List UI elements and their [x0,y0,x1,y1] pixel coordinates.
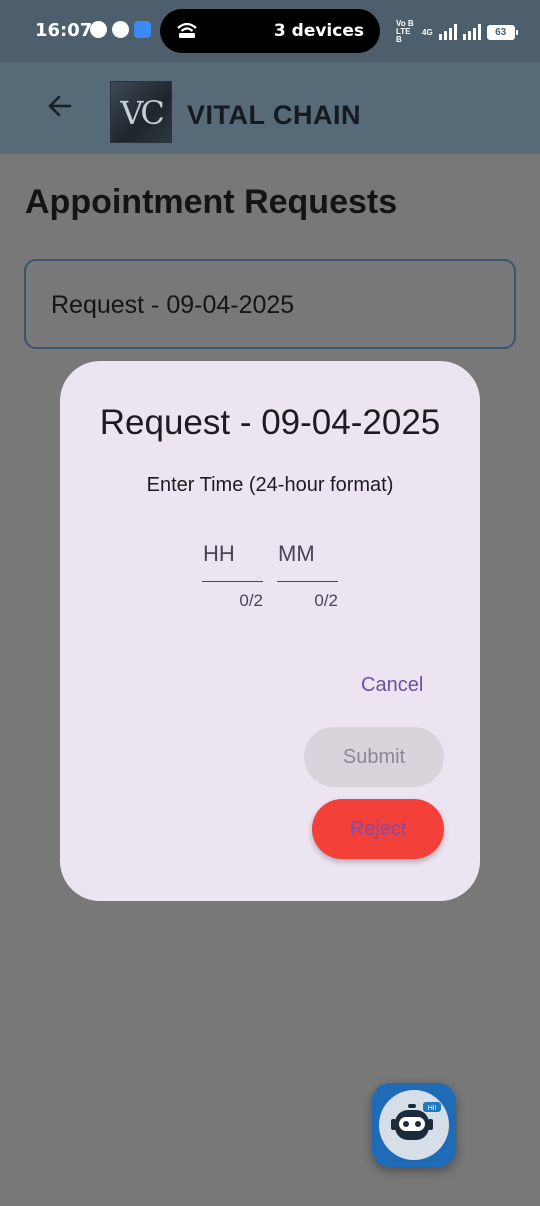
reject-button[interactable]: Reject [312,799,444,859]
signal-strength-icon [438,24,457,40]
cancel-button[interactable]: Cancel [361,674,423,697]
submit-button[interactable]: Submit [304,727,444,787]
hotspot-devices-text: 3 devices [273,21,364,41]
dialog-title: Request - 09-04-2025 [99,403,441,442]
hotspot-pill[interactable]: 3 devices [160,9,380,53]
dialog-subtitle: Enter Time (24-hour format) [146,474,394,496]
minute-input[interactable] [277,526,338,582]
logo-text: VC [120,94,165,132]
gallery-notification-icon [112,21,129,38]
chatbot-avatar: Hi! [379,1090,449,1160]
app-bar: VC VITAL CHAIN [0,62,540,154]
chatbot-badge-text: Hi! [428,1105,437,1112]
notification-icons [90,21,151,38]
chat-notification-icon [90,21,107,38]
hour-field: 0/2 [202,526,263,610]
signal-strength-icon-2 [462,24,481,40]
time-entry-dialog: Request - 09-04-2025 Enter Time (24-hour… [60,361,480,901]
robot-icon: Hi! [391,1102,441,1140]
status-bar: 16:07 3 devices Vo B LTE B 4G 63 [0,0,540,62]
battery-icon: 63 [486,24,518,40]
chatbot-button[interactable]: Hi! [372,1083,456,1167]
status-indicators: Vo B LTE B 4G 63 [396,19,518,44]
android-notification-icon [134,21,151,38]
request-card-label: Request - 09-04-2025 [51,291,295,319]
vital-chain-logo: VC [110,81,172,143]
app-title: VITAL CHAIN [187,100,361,130]
hour-counter: 0/2 [239,591,263,610]
page-title: Appointment Requests [25,183,398,221]
back-arrow-icon[interactable] [44,90,76,122]
volte-indicator: Vo B LTE B [396,19,414,44]
status-time: 16:07 [35,20,93,41]
request-card[interactable]: Request - 09-04-2025 [24,259,516,349]
minute-field: 0/2 [277,526,338,610]
hour-input[interactable] [202,526,263,582]
network-type: 4G [422,27,433,37]
minute-counter: 0/2 [314,591,338,610]
hotspot-icon [177,22,197,38]
